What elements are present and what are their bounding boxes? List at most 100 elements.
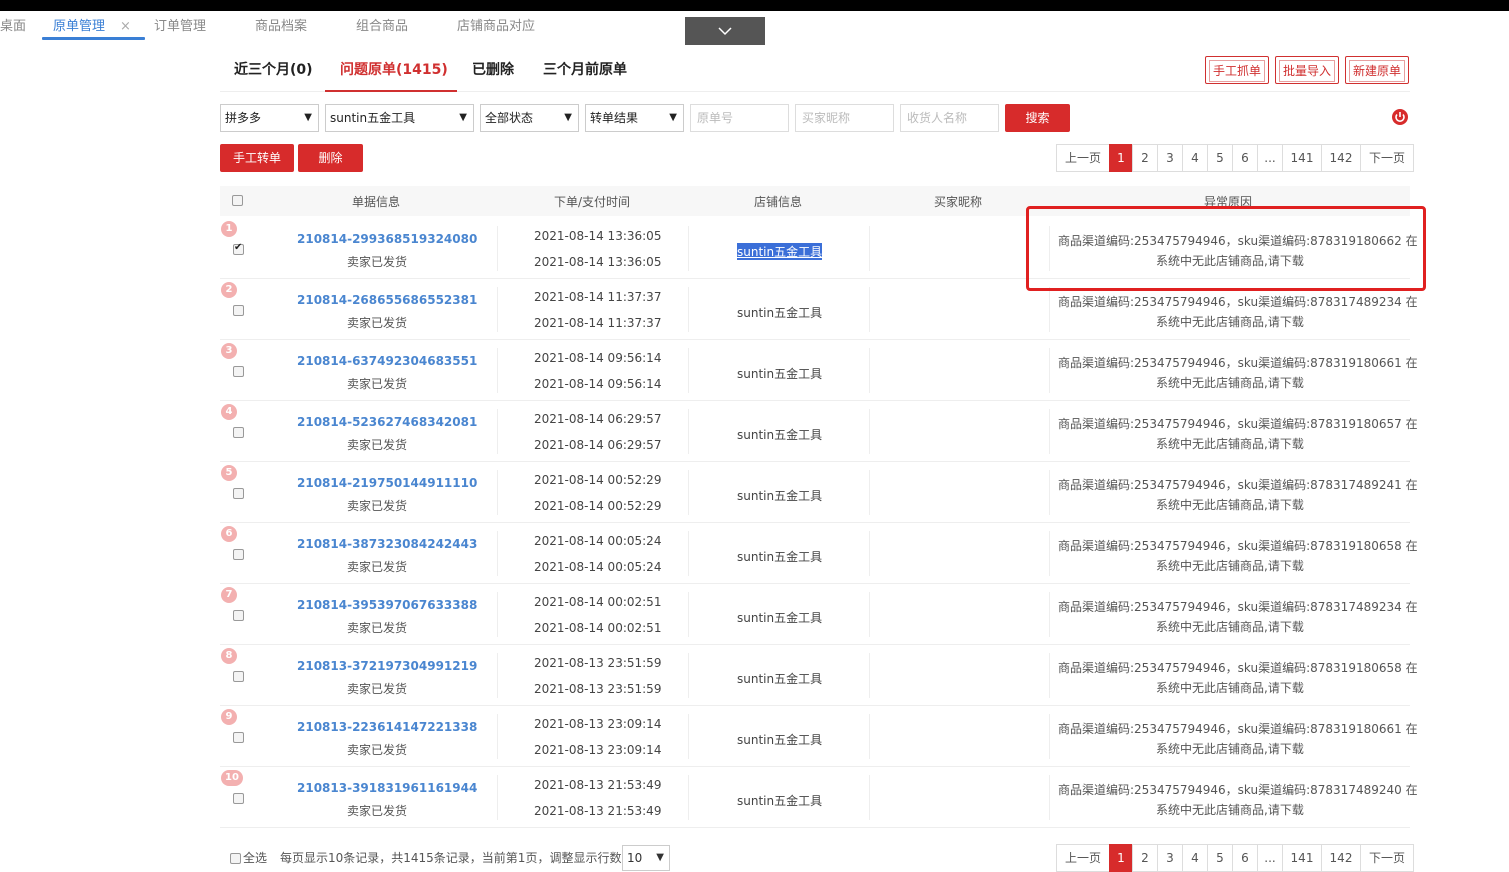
column-divider	[497, 714, 498, 759]
batch-import-label: 批量导入	[1279, 60, 1335, 82]
subtab-deleted[interactable]: 已删除	[472, 53, 514, 91]
row-checkbox[interactable]	[233, 488, 244, 499]
search-button[interactable]: 搜索	[1005, 104, 1070, 132]
prev-page-button[interactable]: 上一页	[1056, 844, 1110, 872]
order-number-link[interactable]: 210814-637492304683551	[297, 354, 477, 368]
pay-time: 2021-08-14 00:02:51	[534, 621, 662, 635]
table-row: 7 210814-395397067633388 卖家已发货 2021-08-14 0…	[220, 584, 1418, 645]
row-checkbox[interactable]	[233, 427, 244, 438]
shop-name: suntin五金工具	[737, 243, 823, 260]
batch-import-button[interactable]: 批量导入	[1275, 56, 1339, 84]
page-button[interactable]: 5	[1207, 144, 1233, 172]
order-number-link[interactable]: 210813-391831961161944	[297, 781, 477, 795]
order-number-link[interactable]: 210814-387323084242443	[297, 537, 477, 551]
header-buyer-nick: 买家昵称	[934, 195, 983, 209]
manual-convert-button[interactable]: 手工转单	[220, 144, 294, 172]
error-reason-line1: 商品渠道编码:253475794946，sku渠道编码:878317489241…	[1058, 478, 1418, 492]
power-icon[interactable]	[1391, 108, 1409, 126]
shop-select[interactable]: suntin五金工具 ▼	[325, 104, 474, 132]
page-button[interactable]: 1	[1109, 144, 1133, 172]
column-divider	[869, 775, 870, 820]
row-checkbox[interactable]	[233, 610, 244, 621]
caret-down-icon: ▼	[669, 112, 677, 123]
page-button[interactable]: 4	[1182, 144, 1208, 172]
order-time: 2021-08-14 00:52:29	[534, 473, 662, 487]
receiver-name-input[interactable]: 收货人名称	[900, 104, 999, 132]
annotation-highlight-box	[1026, 206, 1426, 291]
page-button[interactable]: 2	[1132, 144, 1158, 172]
convert-result-select[interactable]: 转单结果 ▼	[585, 104, 684, 132]
row-checkbox[interactable]	[233, 732, 244, 743]
page-button[interactable]: 142	[1321, 844, 1361, 872]
row-checkbox[interactable]	[233, 242, 244, 255]
page-button[interactable]: 2	[1132, 844, 1158, 872]
page-button[interactable]: 4	[1182, 844, 1208, 872]
nav-tab-orders[interactable]: 订单管理	[154, 16, 206, 38]
close-icon[interactable]: ×	[120, 16, 131, 38]
manual-grab-button[interactable]: 手工抓单	[1205, 56, 1269, 84]
page-button[interactable]: 5	[1207, 844, 1233, 872]
column-divider	[1049, 714, 1050, 759]
column-divider	[497, 775, 498, 820]
order-number-link[interactable]: 210814-395397067633388	[297, 598, 477, 612]
order-number-link[interactable]: 210814-299368519324080	[297, 232, 477, 246]
new-order-button[interactable]: 新建原单	[1345, 56, 1409, 84]
subtab-recent-3-months[interactable]: 近三个月(0)	[234, 53, 313, 91]
footer-select-all-checkbox[interactable]	[230, 853, 241, 864]
error-reason-line2: 系统中无此店铺商品,请下载	[1156, 498, 1304, 512]
next-page-button[interactable]: 下一页	[1360, 144, 1414, 172]
row-checkbox[interactable]	[233, 305, 244, 316]
order-number-link[interactable]: 210814-219750144911110	[297, 476, 477, 490]
pagination-top: 上一页 1 2 3 4 5 6 ... 141 142 下一页	[1056, 144, 1414, 172]
subtab-problem-orders[interactable]: 问题原单(1415)	[340, 53, 448, 91]
platform-select[interactable]: 拼多多 ▼	[220, 104, 319, 132]
page-ellipsis: ...	[1257, 144, 1283, 172]
page-button[interactable]: 142	[1321, 144, 1361, 172]
table-row: 5 210814-219750144911110 卖家已发货 2021-08-14 0…	[220, 462, 1418, 523]
select-all-checkbox[interactable]	[232, 195, 243, 206]
rows-per-page-select[interactable]: 10 ▼	[622, 845, 670, 871]
row-checkbox[interactable]	[233, 549, 244, 560]
page-button[interactable]: 1	[1109, 844, 1133, 872]
row-checkbox[interactable]	[233, 671, 244, 682]
column-divider	[688, 409, 689, 454]
page-button[interactable]: 141	[1282, 144, 1322, 172]
column-divider	[869, 348, 870, 393]
nav-tab-shop-mapping[interactable]: 店铺商品对应	[457, 16, 535, 38]
nav-tab-products[interactable]: 商品档案	[255, 16, 307, 38]
page-button[interactable]: 3	[1157, 144, 1183, 172]
header-shop-info: 店铺信息	[754, 195, 803, 209]
order-number-link[interactable]: 210814-523627468342081	[297, 415, 477, 429]
page-button[interactable]: 3	[1157, 844, 1183, 872]
row-checkbox[interactable]	[233, 366, 244, 377]
delete-button[interactable]: 删除	[298, 144, 363, 172]
order-number-link[interactable]: 210814-268655686552381	[297, 293, 477, 307]
prev-page-button[interactable]: 上一页	[1056, 144, 1110, 172]
next-page-button[interactable]: 下一页	[1360, 844, 1414, 872]
page-button[interactable]: 6	[1232, 844, 1258, 872]
nav-tab-desktop[interactable]: 桌面	[0, 16, 26, 38]
error-reason-line1: 商品渠道编码:253475794946，sku渠道编码:878317489234…	[1058, 295, 1418, 309]
manual-grab-label: 手工抓单	[1209, 60, 1265, 82]
row-index-badge: 6	[221, 526, 237, 542]
order-number-link[interactable]: 210813-372197304991219	[297, 659, 477, 673]
row-checkbox[interactable]	[233, 793, 244, 804]
page-button[interactable]: 141	[1282, 844, 1322, 872]
shop-name: suntin五金工具	[737, 489, 823, 503]
shop-name: suntin五金工具	[737, 367, 823, 381]
order-no-input[interactable]: 原单号	[690, 104, 789, 132]
rows-per-page-value: 10	[627, 851, 643, 865]
pay-time: 2021-08-13 23:51:59	[534, 682, 662, 696]
order-number-link[interactable]: 210813-223614147221338	[297, 720, 477, 734]
nav-tab-combo-products[interactable]: 组合商品	[356, 16, 408, 38]
page-button[interactable]: 6	[1232, 144, 1258, 172]
subtab-older-orders[interactable]: 三个月前原单	[543, 53, 627, 91]
buyer-nick-input[interactable]: 买家昵称	[795, 104, 894, 132]
status-select[interactable]: 全部状态 ▼	[480, 104, 579, 132]
nav-tab-original-orders[interactable]: 原单管理	[53, 16, 105, 38]
tabs-dropdown-button[interactable]	[685, 17, 765, 47]
column-divider	[1049, 470, 1050, 515]
column-divider	[869, 470, 870, 515]
column-divider	[1049, 287, 1050, 332]
column-divider	[497, 531, 498, 576]
